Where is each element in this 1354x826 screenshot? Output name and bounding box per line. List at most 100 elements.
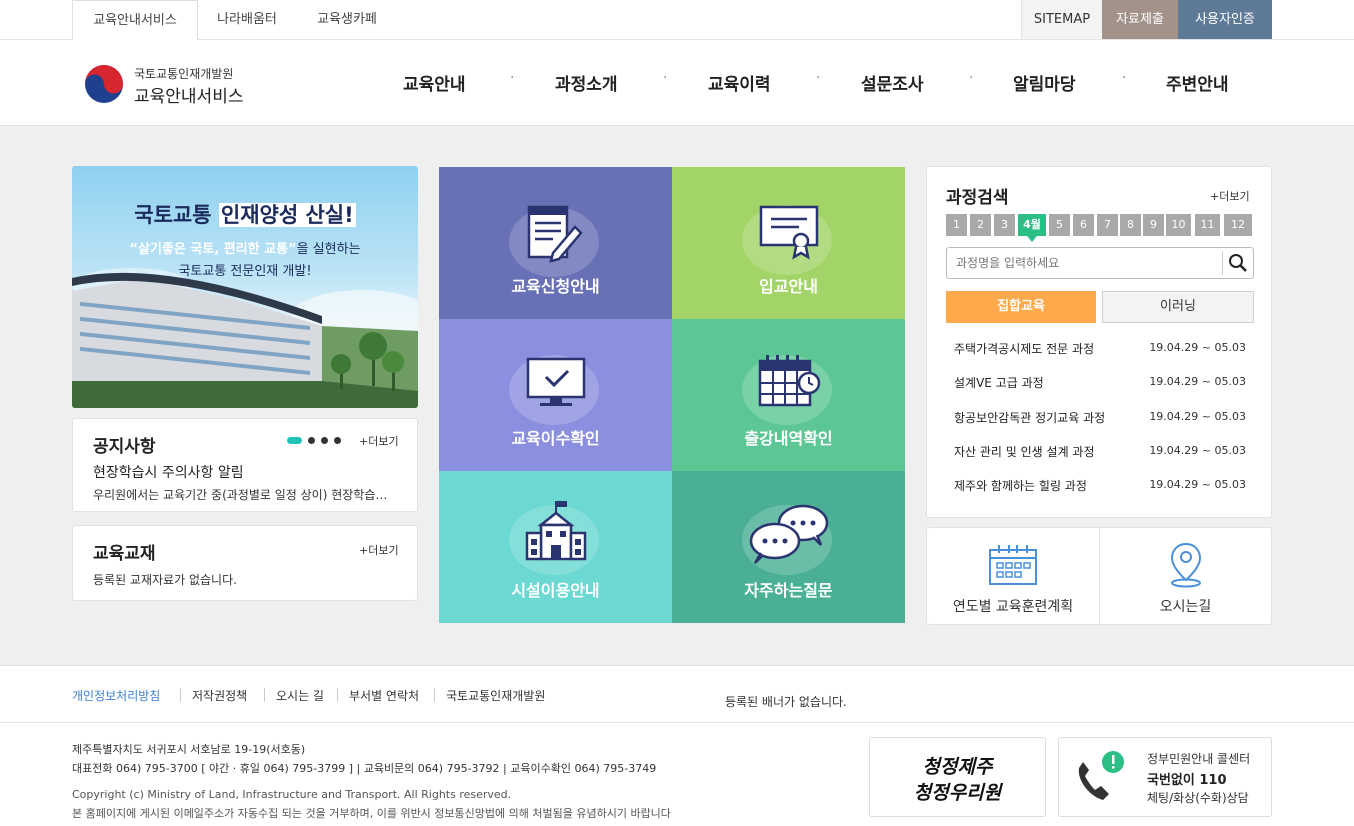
footer-link-contacts[interactable]: 부서별 연락처 [349,687,419,704]
tab-elearning[interactable]: 이러닝 [1102,291,1254,323]
course-search-input[interactable] [946,247,1254,279]
notice-pager-dot[interactable] [308,437,315,444]
month-button[interactable]: 12 [1224,214,1252,236]
notice-item-desc[interactable]: 우리원에서는 교육기간 중(과정별로 일정 상이) 현장학습… [93,486,403,503]
home-logo-link[interactable] [84,62,254,106]
search-divider [1222,251,1223,275]
call-center-box[interactable]: 정부민원안내 콜센터 국번없이 110 체팅/화상(수화)상담 [1058,737,1272,817]
active-month-arrow [1027,236,1037,242]
tile-faq[interactable]: 자주하는질문 [672,471,905,623]
month-button-active[interactable]: 4월 [1018,214,1046,236]
notice-title: 공지사항 [93,437,156,457]
footer-banner-empty: 등록된 배너가 없습니다. [725,695,847,709]
course-name: 항공보안감독관 정기교육 과정 [954,411,1106,425]
gnb-survey[interactable]: 설문조사 [861,70,924,95]
notice-more-link[interactable]: +더보기 [359,433,399,449]
annual-plan-link[interactable]: 연도별 교육훈련계획 [927,528,1099,624]
course-date: 19.04.29 ~ 05.03 [1149,341,1246,354]
month-button[interactable]: 7 [1097,214,1118,236]
course-date: 19.04.29 ~ 05.03 [1149,444,1246,457]
month-button[interactable]: 6 [1073,214,1094,236]
tab-education-service[interactable]: 교육안내서비스 [72,0,198,41]
course-date: 19.04.29 ~ 05.03 [1149,478,1246,491]
notice-pager-dot-active[interactable] [287,437,302,444]
banner-line2: 국토교통 전문인재 개발! [178,264,312,279]
textbook-more-link[interactable]: +더보기 [359,542,399,558]
course-date: 19.04.29 ~ 05.03 [1149,410,1246,423]
course-name: 자산 관리 및 인생 설계 과정 [954,445,1095,459]
footer-copyright: Copyright (c) Ministry of Land, Infrastr… [72,788,512,801]
footer-link-institute[interactable]: 국토교통인재개발원 [446,687,545,704]
gnb-separator: · [510,70,515,86]
month-button[interactable]: 5 [1049,214,1070,236]
month-button[interactable]: 9 [1143,214,1164,236]
course-name: 설계VE 고급 과정 [954,376,1044,390]
gnb-separator: · [816,70,821,86]
tile-apply-guide-label: 교육신청안내 [511,277,600,296]
tile-entrance-guide-label: 입교안내 [759,277,818,296]
textbook-card: 교육교재 +더보기 등록된 교재자료가 없습니다. [72,525,418,601]
gnb-nearby[interactable]: 주변안내 [1166,70,1229,95]
main-banner[interactable]: 국토교통 인재양성 산실! “살기좋은 국토, 편리한 교통”을 실현하는 국토… [72,166,418,408]
speech-bubbles-icon [747,501,831,569]
footer-link-directions[interactable]: 오시는 길 [276,687,324,704]
annual-plan-label: 연도별 교육훈련계획 [952,599,1074,615]
search-icon[interactable] [1228,253,1248,273]
call-center-line1: 정부민원안내 콜센터 [1147,752,1251,766]
footer-link-separator [264,688,265,702]
calendar-icon [988,544,1038,590]
gnb-education-guide[interactable]: 교육안내 [403,70,466,95]
month-button[interactable]: 10 [1166,214,1191,236]
tile-facility-guide-label: 시설이용안내 [511,581,600,600]
tab-student-cafe[interactable]: 교육생카페 [296,0,398,40]
banner-quote: “살기좋은 국토, 편리한 교통” [129,242,297,257]
textbook-empty-text: 등록된 교재자료가 없습니다. [93,573,237,587]
user-auth-button[interactable]: 사용자인증 [1178,0,1272,39]
month-button[interactable]: 2 [970,214,991,236]
footer-link-copyright[interactable]: 저작권정책 [192,687,247,704]
tile-facility-guide[interactable]: 시설이용안내 [439,471,672,623]
tab-nara-baeumteo[interactable]: 나라배움터 [198,0,296,40]
tile-lecture-history[interactable]: 출강내역확인 [672,319,905,471]
gnb-separator: · [663,70,668,86]
tile-apply-guide[interactable]: 교육신청안내 [439,167,672,319]
slogan-line2: 청정우리원 [913,782,1002,804]
month-button[interactable]: 1 [946,214,967,236]
top-utility-bar: 교육안내서비스 나라배움터 교육생카페 SITEMAP 자료제출 사용자인증 [0,0,1354,41]
submit-data-button[interactable]: 자료제출 [1102,0,1178,39]
tile-lecture-history-label: 출강내역확인 [744,429,833,448]
gnb-education-history[interactable]: 교육이력 [708,70,771,95]
notice-pager-dot[interactable] [334,437,341,444]
footer-link-privacy[interactable]: 개인정보처리방침 [72,687,160,704]
clean-jeju-banner[interactable]: 청정제주 청정우리원 [869,737,1046,817]
footer-link-separator [434,688,435,702]
tile-completion-check[interactable]: 교육이수확인 [439,319,672,471]
notice-item-title[interactable]: 현장학습시 주의사항 알림 [93,462,244,482]
course-search-more-link[interactable]: +더보기 [1210,188,1250,204]
directions-link[interactable]: 오시는길 [1100,528,1271,624]
course-list-item[interactable]: 항공보안감독관 정기교육 과정 19.04.29 ~ 05.03 [954,409,1254,426]
document-pen-icon [523,201,589,269]
notice-pager-dot[interactable] [321,437,328,444]
course-name: 제주와 함께하는 힐링 과정 [954,479,1087,493]
tile-entrance-guide[interactable]: 입교안내 [672,167,905,319]
gnb-course-intro[interactable]: 과정소개 [555,70,618,95]
course-list-item[interactable]: 제주와 함께하는 힐링 과정 19.04.29 ~ 05.03 [954,477,1254,494]
month-button[interactable]: 3 [994,214,1015,236]
tab-group-education[interactable]: 집합교육 [946,291,1096,323]
course-date: 19.04.29 ~ 05.03 [1149,375,1246,388]
month-button[interactable]: 11 [1195,214,1220,236]
course-list-item[interactable]: 자산 관리 및 인생 설계 과정 19.04.29 ~ 05.03 [954,443,1254,460]
tile-faq-label: 자주하는질문 [744,581,833,600]
tile-completion-check-label: 교육이수확인 [511,429,600,448]
course-list-item[interactable]: 설계VE 고급 과정 19.04.29 ~ 05.03 [954,374,1254,391]
phone-alert-icon [1073,750,1133,810]
footer-email-notice: 본 홈페이지에 게시된 이메일주소가 자동수집 되는 것을 거부하며, 이를 위… [72,807,671,820]
gnb-separator: · [969,70,974,86]
footer-link-separator [337,688,338,702]
course-list-item[interactable]: 주택가격공시제도 전문 과정 19.04.29 ~ 05.03 [954,340,1254,357]
gnb-notices[interactable]: 알림마당 [1013,70,1076,95]
sitemap-button[interactable]: SITEMAP [1021,0,1102,39]
notice-card: 공지사항 +더보기 현장학습시 주의사항 알림 우리원에서는 교육기간 중(과정… [72,418,418,512]
month-button[interactable]: 8 [1120,214,1141,236]
